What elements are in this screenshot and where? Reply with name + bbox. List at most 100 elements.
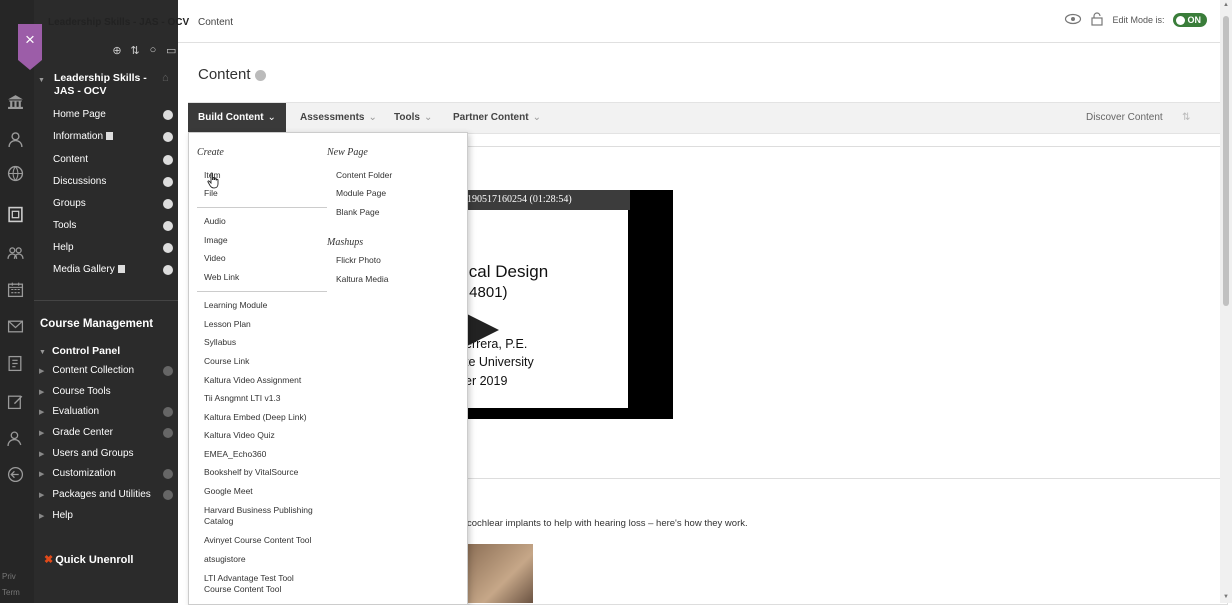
edit-mode-toggle[interactable]: ON <box>1172 12 1207 28</box>
grades-icon[interactable] <box>4 352 26 374</box>
cp-item-help[interactable]: ▶ Help <box>39 506 177 526</box>
cp-item-label: Content Collection <box>52 365 135 376</box>
dropdown-item-kaltura-video-assignment[interactable]: Kaltura Video Assignment <box>204 375 301 386</box>
discover-content-button[interactable]: Discover Content <box>1086 103 1163 133</box>
courses-icon[interactable] <box>4 203 26 225</box>
home-icon[interactable]: ⌂ <box>162 72 169 85</box>
play-icon[interactable] <box>467 314 499 346</box>
cp-item-label: Course Tools <box>52 386 111 397</box>
cp-item-evaluation[interactable]: ▶ Evaluation <box>39 402 177 422</box>
privacy-link[interactable]: Priv <box>2 572 16 581</box>
user-icon[interactable] <box>4 128 26 150</box>
menu-item-label: Discussions <box>53 176 107 187</box>
menu-item-tools[interactable]: Tools <box>53 216 177 236</box>
reorder-icon[interactable]: ⇅ <box>130 44 140 57</box>
dropdown-item-atsugistore[interactable]: atsugistore <box>204 554 246 565</box>
cp-item-grade-center[interactable]: ▶ Grade Center <box>39 423 177 443</box>
menu-item-information[interactable]: Information <box>53 127 177 147</box>
globe-icon[interactable] <box>4 162 26 184</box>
options-icon[interactable] <box>163 199 173 209</box>
dropdown-item-blank-page[interactable]: Blank Page <box>336 207 379 218</box>
cp-item-users-and-groups[interactable]: ▶ Users and Groups <box>39 444 177 464</box>
dropdown-item-kaltura-video-quiz[interactable]: Kaltura Video Quiz <box>204 430 275 441</box>
dropdown-item-google-meet[interactable]: Google Meet <box>204 486 253 497</box>
dropdown-item-web-link[interactable]: Web Link <box>204 272 239 283</box>
folder-view-icon[interactable]: ▭ <box>166 44 176 57</box>
scroll-up-icon[interactable]: ▲ <box>1223 2 1229 8</box>
menu-item-content[interactable]: Content <box>53 150 177 170</box>
dropdown-item-image[interactable]: Image <box>204 235 228 246</box>
institution-icon[interactable] <box>4 90 26 112</box>
expand-plus-icon[interactable] <box>163 407 173 417</box>
dropdown-item-avinyet[interactable]: Avinyet Course Content Tool <box>204 535 311 546</box>
slide-line: te University <box>465 355 534 369</box>
scrollbar-thumb[interactable] <box>1223 16 1229 306</box>
dropdown-item-audio[interactable]: Audio <box>204 216 226 227</box>
scroll-down-icon[interactable]: ▼ <box>1223 594 1229 600</box>
edit-mode-value: ON <box>1187 14 1202 25</box>
options-icon[interactable] <box>163 177 173 187</box>
logout-icon[interactable] <box>4 463 26 485</box>
cp-item-customization[interactable]: ▶ Customization <box>39 464 177 484</box>
build-content-button[interactable]: Build Content ⌄ <box>188 103 286 133</box>
menu-item-groups[interactable]: Groups <box>53 194 177 214</box>
tools-button[interactable]: Tools ⌄ <box>394 103 432 133</box>
course-name[interactable]: Leadership Skills - JAS - OCV <box>48 17 189 28</box>
options-icon[interactable] <box>163 221 173 231</box>
options-icon[interactable] <box>163 265 173 275</box>
partner-content-label: Partner Content <box>453 112 529 123</box>
dropdown-item-kaltura-embed[interactable]: Kaltura Embed (Deep Link) <box>204 412 307 423</box>
expand-plus-icon[interactable] <box>163 366 173 376</box>
dropdown-item-bookshelf[interactable]: Bookshelf by VitalSource <box>204 467 298 478</box>
dropdown-item-content-folder[interactable]: Content Folder <box>336 170 392 181</box>
expand-plus-icon[interactable] <box>163 469 173 479</box>
dropdown-item-lti-advantage[interactable]: LTI Advantage Test Tool Course Content T… <box>204 573 314 595</box>
control-panel-heading[interactable]: ▼ Control Panel <box>39 345 120 357</box>
dropdown-item-course-link[interactable]: Course Link <box>204 356 249 367</box>
mail-icon[interactable] <box>4 315 26 337</box>
menu-item-discussions[interactable]: Discussions <box>53 172 177 192</box>
groups-icon[interactable] <box>4 242 26 264</box>
page-scrollbar[interactable]: ▲ ▼ <box>1220 0 1232 603</box>
cp-item-content-collection[interactable]: ▶ Content Collection <box>39 361 177 381</box>
assessments-button[interactable]: Assessments ⌄ <box>300 103 377 133</box>
calendar-icon[interactable] <box>4 278 26 300</box>
menu-item-home-page[interactable]: Home Page <box>53 105 177 125</box>
dropdown-item-harvard-business[interactable]: Harvard Business Publishing Catalog <box>204 505 324 527</box>
cp-item-course-tools[interactable]: ▶ Course Tools <box>39 382 177 402</box>
options-icon[interactable] <box>163 155 173 165</box>
expand-plus-icon[interactable] <box>163 490 173 500</box>
dropdown-item-flickr-photo[interactable]: Flickr Photo <box>336 255 381 266</box>
lock-icon[interactable] <box>1090 12 1104 28</box>
quick-unenroll-button[interactable]: ✖ Quick Unenroll <box>44 553 133 566</box>
cp-item-packages-and-utilities[interactable]: ▶ Packages and Utilities <box>39 485 177 505</box>
dropdown-item-learning-module[interactable]: Learning Module <box>204 300 267 311</box>
options-icon[interactable] <box>163 110 173 120</box>
user2-icon[interactable] <box>4 427 26 449</box>
dropdown-item-tii-asngmnt[interactable]: Tii Asngmnt LTI v1.3 <box>204 393 281 404</box>
dropdown-item-syllabus[interactable]: Syllabus <box>204 337 236 348</box>
terms-link[interactable]: Term <box>2 588 20 597</box>
dropdown-item-kaltura-media[interactable]: Kaltura Media <box>336 274 388 285</box>
options-icon[interactable] <box>163 243 173 253</box>
reorder-icon[interactable]: ⇅ <box>1182 103 1190 133</box>
menu-item-media-gallery[interactable]: Media Gallery <box>53 260 177 280</box>
document-icon <box>106 132 114 141</box>
partner-content-button[interactable]: Partner Content ⌄ <box>453 103 541 133</box>
expand-plus-icon[interactable] <box>163 428 173 438</box>
dropdown-item-emea-echo360[interactable]: EMEA_Echo360 <box>204 449 266 460</box>
dropdown-item-video[interactable]: Video <box>204 253 226 264</box>
dropdown-item-lesson-plan[interactable]: Lesson Plan <box>204 319 251 330</box>
menu-item-help[interactable]: Help <box>53 238 177 258</box>
add-menu-item-icon[interactable]: ⊕ <box>112 44 122 57</box>
edit-icon[interactable] <box>4 390 26 412</box>
video-title-bar: 190517160254 (01:28:54) <box>465 190 630 210</box>
page-options-icon[interactable] <box>254 69 266 81</box>
collapse-caret-icon[interactable]: ▼ <box>38 74 45 87</box>
options-icon[interactable] <box>163 132 173 142</box>
close-menu-button[interactable]: × <box>18 24 42 70</box>
student-preview-icon[interactable] <box>1064 12 1082 28</box>
video-player[interactable]: 190517160254 (01:28:54) ical Design .480… <box>465 190 673 419</box>
refresh-icon[interactable]: ○ <box>148 44 158 57</box>
dropdown-item-module-page[interactable]: Module Page <box>336 188 386 199</box>
